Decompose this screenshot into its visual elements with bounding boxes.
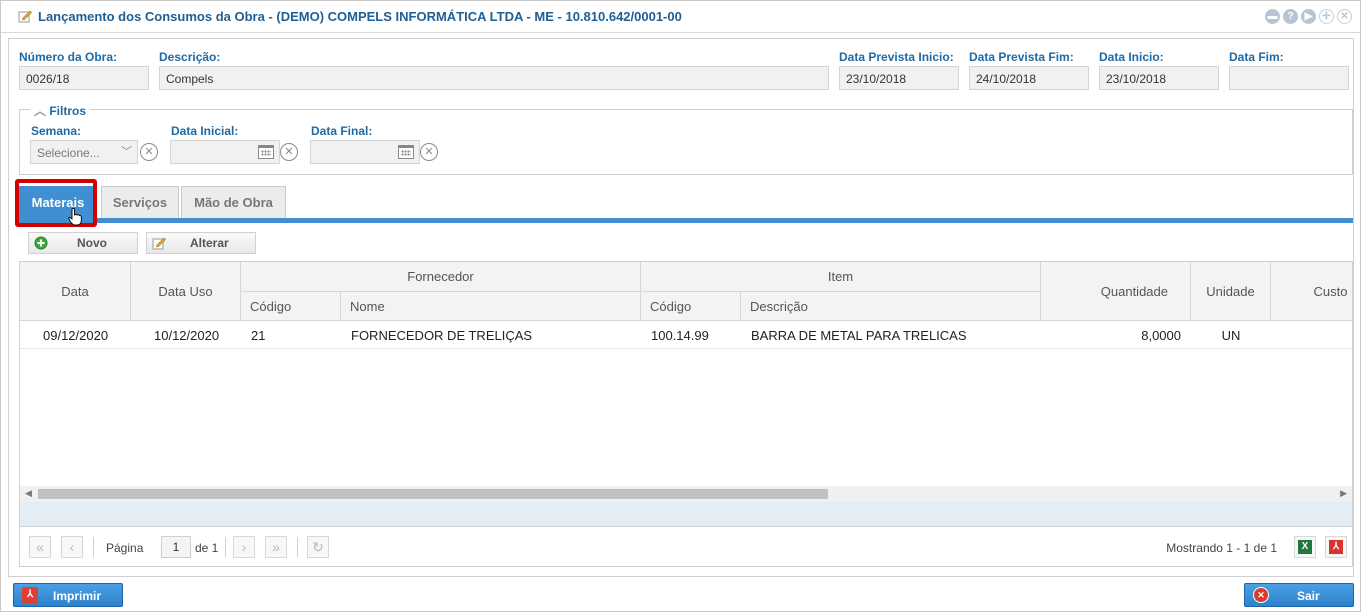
header-item-descricao[interactable]: Descrição [741, 292, 1041, 321]
data-inicio-label: Data Inicio: [1099, 50, 1164, 64]
header-custo[interactable]: Custo [1271, 262, 1352, 321]
scrollbar-thumb[interactable] [38, 489, 828, 499]
header-fornecedor-nome[interactable]: Nome [341, 292, 641, 321]
edit-icon [18, 10, 32, 23]
cell-quantidade: 8,0000 [1141, 328, 1181, 343]
first-page-icon[interactable]: « [29, 536, 51, 558]
header-item-codigo[interactable]: Código [641, 292, 741, 321]
pager: « ‹ Página 1 de 1 › » ↻ Mostrando 1 - 1 … [19, 527, 1353, 567]
next-page-icon[interactable]: › [233, 536, 255, 558]
data-fim-label: Data Fim: [1229, 50, 1284, 64]
add-icon [34, 236, 48, 250]
excel-icon: X [1298, 540, 1312, 554]
export-pdf-button[interactable]: ⅄ [1325, 536, 1347, 558]
tab-mao-de-obra[interactable]: Mão de Obra [181, 186, 286, 218]
scroll-right-icon[interactable]: ▶ [1340, 488, 1347, 499]
hand-cursor-icon [68, 208, 82, 226]
export-excel-button[interactable]: X [1294, 536, 1316, 558]
scroll-left-icon[interactable]: ◀ [25, 488, 32, 499]
tab-underline [19, 218, 1353, 223]
next-icon[interactable]: ▶ [1301, 9, 1316, 24]
page-input[interactable]: 1 [161, 536, 191, 558]
sair-button[interactable]: ✕ Sair [1244, 583, 1354, 607]
descricao-label: Descrição: [159, 50, 221, 64]
header-data-uso[interactable]: Data Uso [131, 262, 241, 321]
help-icon[interactable]: ? [1283, 9, 1298, 24]
cell-fornecedor-nome: FORNECEDOR DE TRELIÇAS [351, 328, 533, 343]
cell-unidade: UN [1221, 328, 1241, 343]
row-divider [20, 348, 1352, 349]
semana-clear-icon[interactable]: ✕ [140, 143, 158, 161]
pager-separator [93, 537, 94, 557]
cell-data-uso: 10/12/2020 [154, 328, 220, 343]
imprimir-button[interactable]: ⅄ Imprimir [13, 583, 123, 607]
numero-obra-field: 0026/18 [19, 66, 149, 90]
collapse-icon: ︿ [34, 104, 50, 118]
filters-fieldset: ︿ Filtros Semana: Selecione... ﹀ ✕ Data … [19, 102, 1353, 175]
cell-fornecedor-codigo: 21 [251, 328, 266, 343]
title-bar: Lançamento dos Consumos da Obra - (DEMO)… [1, 1, 1360, 33]
minimize-icon[interactable]: ▬ [1265, 9, 1280, 24]
form-panel: Número da Obra: 0026/18 Descrição: Compe… [8, 38, 1354, 577]
cell-item-codigo: 100.14.99 [651, 328, 709, 343]
header-fornecedor-codigo[interactable]: Código [241, 292, 341, 321]
numero-obra-label: Número da Obra: [19, 50, 118, 64]
page-total: de 1 [195, 541, 219, 555]
window-controls: ▬ ? ▶ ✛ ✕ [1265, 9, 1352, 24]
novo-label: Novo [77, 236, 107, 250]
cell-data: 09/12/2020 [43, 328, 109, 343]
highlight-box [15, 179, 97, 227]
imprimir-label: Imprimir [53, 589, 102, 603]
data-inicial-clear-icon[interactable]: ✕ [280, 143, 298, 161]
tab-servicos[interactable]: Serviços [101, 186, 179, 218]
header-quantidade[interactable]: Quantidade [1041, 262, 1191, 321]
pager-separator [297, 537, 298, 557]
data-prevista-inicio-field: 23/10/2018 [839, 66, 959, 90]
last-page-icon[interactable]: » [265, 536, 287, 558]
novo-button[interactable]: Novo [28, 232, 138, 254]
header-data[interactable]: Data [20, 262, 131, 321]
data-final-clear-icon[interactable]: ✕ [420, 143, 438, 161]
main-window: Lançamento dos Consumos da Obra - (DEMO)… [0, 0, 1361, 612]
edit-icon [152, 237, 166, 250]
descricao-field: Compels [159, 66, 829, 90]
header-unidade[interactable]: Unidade [1191, 262, 1271, 321]
header-item: Item [641, 262, 1041, 292]
data-inicial-label: Data Inicial: [171, 124, 239, 138]
close-icon: ✕ [1253, 587, 1269, 603]
data-prevista-fim-field: 24/10/2018 [969, 66, 1089, 90]
data-prevista-fim-label: Data Prevista Fim: [969, 50, 1074, 64]
sair-label: Sair [1297, 589, 1320, 603]
materials-grid: Data Data Uso Fornecedor Código Nome Ite… [19, 261, 1353, 527]
grid-summary-band [20, 502, 1352, 526]
expand-icon[interactable]: ✛ [1319, 9, 1334, 24]
alterar-label: Alterar [190, 236, 229, 250]
alterar-button[interactable]: Alterar [146, 232, 256, 254]
prev-page-icon[interactable]: ‹ [61, 536, 83, 558]
filters-legend-text: Filtros [49, 104, 87, 118]
filters-legend[interactable]: ︿ Filtros [30, 102, 91, 119]
close-icon[interactable]: ✕ [1337, 9, 1352, 24]
pdf-icon: ⅄ [1329, 540, 1343, 554]
chevron-down-icon[interactable]: ﹀ [121, 143, 132, 159]
refresh-icon[interactable]: ↻ [307, 536, 329, 558]
window-title: Lançamento dos Consumos da Obra - (DEMO)… [38, 9, 682, 24]
data-prevista-inicio-label: Data Prevista Inicio: [839, 50, 954, 64]
calendar-icon[interactable] [258, 145, 274, 159]
semana-label: Semana: [31, 124, 82, 138]
calendar-icon[interactable] [398, 145, 414, 159]
header-fornecedor: Fornecedor [241, 262, 641, 292]
pager-separator [225, 537, 226, 557]
data-inicio-field: 23/10/2018 [1099, 66, 1219, 90]
data-fim-field [1229, 66, 1349, 90]
pager-showing: Mostrando 1 - 1 de 1 [1166, 541, 1277, 555]
horizontal-scrollbar[interactable]: ◀ ▶ [20, 486, 1352, 502]
data-final-label: Data Final: [311, 124, 373, 138]
page-label: Página [106, 541, 144, 555]
pdf-icon: ⅄ [22, 587, 38, 603]
cell-item-descricao: BARRA DE METAL PARA TRELICAS [751, 328, 967, 343]
